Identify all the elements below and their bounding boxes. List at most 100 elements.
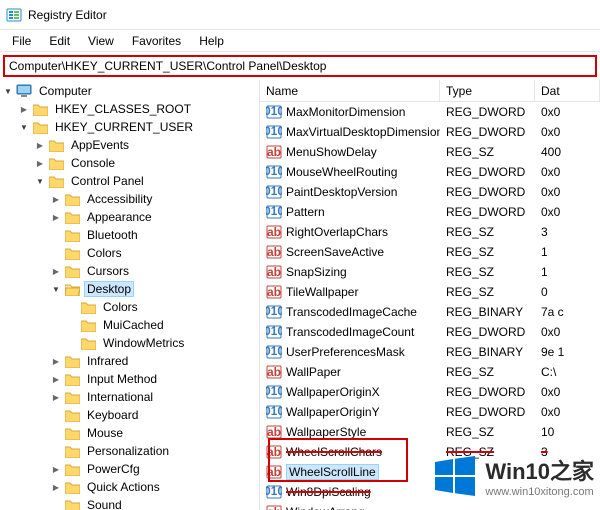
list-row[interactable]: 010WallpaperOriginYREG_DWORD0x0: [260, 402, 600, 422]
folder-icon: [48, 155, 64, 171]
value-type: REG_SZ: [440, 445, 535, 459]
expander-icon[interactable]: [32, 141, 48, 150]
tree-node-hkcr[interactable]: HKEY_CLASSES_ROOT: [0, 100, 259, 118]
tree-node-appearance[interactable]: Appearance: [0, 208, 259, 226]
tree-label: Bluetooth: [84, 227, 141, 243]
list-row[interactable]: 010PaintDesktopVersionREG_DWORD0x0: [260, 182, 600, 202]
column-data[interactable]: Dat: [535, 80, 600, 101]
list-row[interactable]: abWheelScrollCharsREG_SZ3: [260, 442, 600, 462]
menu-help[interactable]: Help: [191, 32, 232, 50]
tree-view[interactable]: Computer HKEY_CLASSES_ROOT HKEY_CURRENT_…: [0, 80, 260, 510]
tree-node-input-method[interactable]: Input Method: [0, 370, 259, 388]
list-row[interactable]: 010MouseWheelRoutingREG_DWORD0x0: [260, 162, 600, 182]
menu-file[interactable]: File: [4, 32, 39, 50]
svg-text:ab: ab: [267, 445, 281, 459]
expander-icon[interactable]: [48, 393, 64, 402]
tree-node-muicached[interactable]: MuiCached: [0, 316, 259, 334]
tree-node-sound[interactable]: Sound: [0, 496, 259, 510]
expander-icon[interactable]: [0, 87, 16, 96]
address-bar[interactable]: [3, 55, 597, 77]
list-row[interactable]: 010Win8DpiScaling: [260, 482, 600, 502]
folder-icon: [80, 317, 96, 333]
list-row[interactable]: abSnapSizingREG_SZ1: [260, 262, 600, 282]
value-name: Win8DpiScaling: [286, 485, 371, 499]
tree-node-accessibility[interactable]: Accessibility: [0, 190, 259, 208]
expander-icon[interactable]: [48, 267, 64, 276]
svg-text:010: 010: [266, 124, 282, 138]
list-row[interactable]: abWallpaperStyleREG_SZ10: [260, 422, 600, 442]
tree-node-powercfg[interactable]: PowerCfg: [0, 460, 259, 478]
list-row[interactable]: abWindowArrang: [260, 502, 600, 510]
list-row[interactable]: 010PatternREG_DWORD0x0: [260, 202, 600, 222]
tree-node-desktop[interactable]: Desktop: [0, 280, 259, 298]
list-row[interactable]: abTileWallpaperREG_SZ0: [260, 282, 600, 302]
list-body[interactable]: 010MaxMonitorDimensionREG_DWORD0x0010Max…: [260, 102, 600, 510]
binary-value-icon: 010: [266, 404, 282, 420]
menu-view[interactable]: View: [80, 32, 122, 50]
list-row[interactable]: 010TranscodedImageCacheREG_BINARY7a c: [260, 302, 600, 322]
value-data: 0x0: [535, 125, 600, 139]
expander-icon[interactable]: [32, 159, 48, 168]
expander-icon[interactable]: [48, 483, 64, 492]
svg-text:010: 010: [266, 184, 282, 198]
tree-node-mouse[interactable]: Mouse: [0, 424, 259, 442]
folder-icon: [64, 191, 80, 207]
string-value-icon: ab: [266, 504, 282, 510]
address-bar-container: [0, 52, 600, 80]
tree-node-infrared[interactable]: Infrared: [0, 352, 259, 370]
value-type: REG_DWORD: [440, 405, 535, 419]
list-row[interactable]: abMenuShowDelayREG_SZ400: [260, 142, 600, 162]
tree-node-appevents[interactable]: AppEvents: [0, 136, 259, 154]
folder-icon: [64, 461, 80, 477]
binary-value-icon: 010: [266, 344, 282, 360]
tree-node-bluetooth[interactable]: Bluetooth: [0, 226, 259, 244]
value-name: TileWallpaper: [286, 285, 358, 299]
menu-favorites[interactable]: Favorites: [124, 32, 189, 50]
expander-icon[interactable]: [48, 213, 64, 222]
tree-node-international[interactable]: International: [0, 388, 259, 406]
tree-node-quick-actions[interactable]: Quick Actions: [0, 478, 259, 496]
menu-edit[interactable]: Edit: [41, 32, 78, 50]
tree-node-desktop-colors[interactable]: Colors: [0, 298, 259, 316]
svg-text:010: 010: [266, 304, 282, 318]
tree-node-console[interactable]: Console: [0, 154, 259, 172]
value-data: 1: [535, 245, 600, 259]
value-data: 0x0: [535, 405, 600, 419]
list-row[interactable]: 010TranscodedImageCountREG_DWORD0x0: [260, 322, 600, 342]
svg-text:010: 010: [266, 404, 282, 418]
svg-text:ab: ab: [267, 145, 281, 159]
tree-node-colors[interactable]: Colors: [0, 244, 259, 262]
app-icon: [6, 7, 22, 23]
expander-icon[interactable]: [16, 123, 32, 132]
folder-icon: [64, 443, 80, 459]
window-title: Registry Editor: [28, 8, 107, 22]
column-name[interactable]: Name: [260, 80, 440, 101]
tree-label: International: [84, 389, 156, 405]
list-row[interactable]: 010MaxVirtualDesktopDimensionREG_DWORD0x…: [260, 122, 600, 142]
tree-node-keyboard[interactable]: Keyboard: [0, 406, 259, 424]
list-row[interactable]: abWallPaperREG_SZC:\: [260, 362, 600, 382]
column-type[interactable]: Type: [440, 80, 535, 101]
expander-icon[interactable]: [48, 195, 64, 204]
expander-icon[interactable]: [48, 375, 64, 384]
list-row[interactable]: abRightOverlapCharsREG_SZ3: [260, 222, 600, 242]
list-row[interactable]: 010UserPreferencesMaskREG_BINARY9e 1: [260, 342, 600, 362]
list-row[interactable]: 010WallpaperOriginXREG_DWORD0x0: [260, 382, 600, 402]
value-type: REG_BINARY: [440, 305, 535, 319]
list-row[interactable]: abWheelScrollLine: [260, 462, 600, 482]
tree-node-control-panel[interactable]: Control Panel: [0, 172, 259, 190]
expander-icon[interactable]: [48, 465, 64, 474]
tree-node-hkcu[interactable]: HKEY_CURRENT_USER: [0, 118, 259, 136]
tree-node-personalization[interactable]: Personalization: [0, 442, 259, 460]
list-row[interactable]: abScreenSaveActiveREG_SZ1: [260, 242, 600, 262]
list-row[interactable]: 010MaxMonitorDimensionREG_DWORD0x0: [260, 102, 600, 122]
expander-icon[interactable]: [48, 285, 64, 294]
value-name: WheelScrollChars: [286, 445, 382, 459]
tree-node-windowmetrics[interactable]: WindowMetrics: [0, 334, 259, 352]
tree-node-computer[interactable]: Computer: [0, 82, 259, 100]
tree-node-cursors[interactable]: Cursors: [0, 262, 259, 280]
expander-icon[interactable]: [16, 105, 32, 114]
tree-label: Input Method: [84, 371, 160, 387]
expander-icon[interactable]: [32, 177, 48, 186]
expander-icon[interactable]: [48, 357, 64, 366]
